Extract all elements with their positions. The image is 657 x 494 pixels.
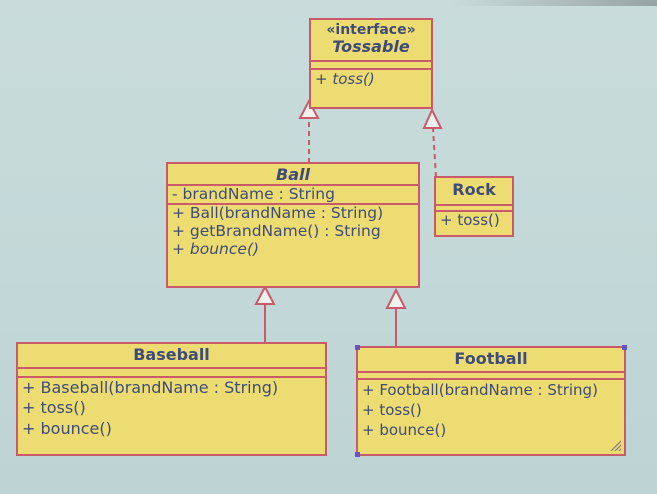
- football-operation-compartment: + Football(brandName : String) + toss() …: [358, 377, 624, 441]
- tossable-stereotype: «interface»: [326, 22, 416, 38]
- baseball-operation-toss: + toss(): [22, 398, 86, 418]
- football-generalization-arrowhead: [385, 287, 407, 309]
- tossable-operation-compartment: + toss(): [311, 67, 431, 88]
- rock-realization-arrowhead: [422, 107, 443, 129]
- baseball-operation-bounce: + bounce(): [22, 419, 112, 439]
- ball-operation-constructor: + Ball(brandName : String): [172, 204, 384, 223]
- rock-operation: + toss(): [440, 210, 500, 229]
- ball-attribute: - brandName : String: [172, 184, 335, 203]
- football-attribute-compartment: [358, 370, 624, 378]
- selection-handle-top-right[interactable]: [622, 345, 627, 350]
- football-name: Football: [454, 349, 528, 368]
- baseball-name: Baseball: [133, 345, 210, 364]
- selection-handle-bottom-left[interactable]: [355, 452, 360, 457]
- football-operation-toss: + toss(): [362, 400, 422, 419]
- ball-class[interactable]: Ball - brandName : String + Ball(brandNa…: [166, 162, 420, 288]
- rock-class[interactable]: Rock + toss(): [434, 176, 514, 237]
- resize-grip-icon[interactable]: [609, 439, 621, 451]
- tossable-interface-class[interactable]: «interface» Tossable + toss(): [309, 18, 433, 109]
- football-operation-constructor: + Football(brandName : String): [362, 380, 598, 399]
- ball-operation-getbrandname: + getBrandName() : String: [172, 222, 381, 241]
- tossable-attribute-compartment: [311, 59, 431, 68]
- selection-handle-top-left[interactable]: [355, 345, 360, 350]
- ball-attribute-compartment: - brandName : String: [168, 183, 418, 204]
- football-operation-bounce: + bounce(): [362, 421, 447, 440]
- rock-realization-line: [432, 127, 437, 178]
- baseball-attribute-compartment: [18, 366, 325, 376]
- baseball-operation-compartment: + Baseball(brandName : String) + toss() …: [18, 375, 325, 440]
- football-class[interactable]: Football + Football(brandName : String) …: [355, 345, 627, 457]
- baseball-operation-constructor: + Baseball(brandName : String): [22, 377, 279, 397]
- ball-operation-bounce: + bounce(): [172, 240, 260, 259]
- baseball-generalization-arrowhead: [254, 284, 276, 305]
- tossable-name: Tossable: [332, 37, 410, 57]
- baseball-class[interactable]: Baseball + Baseball(brandName : String) …: [16, 342, 327, 456]
- tossable-operation: + toss(): [315, 69, 375, 88]
- rock-name: Rock: [452, 180, 496, 199]
- rock-operation-compartment: + toss(): [436, 209, 512, 229]
- ball-operation-compartment: + Ball(brandName : String) + getBrandNam…: [168, 203, 418, 258]
- ball-name: Ball: [276, 165, 310, 184]
